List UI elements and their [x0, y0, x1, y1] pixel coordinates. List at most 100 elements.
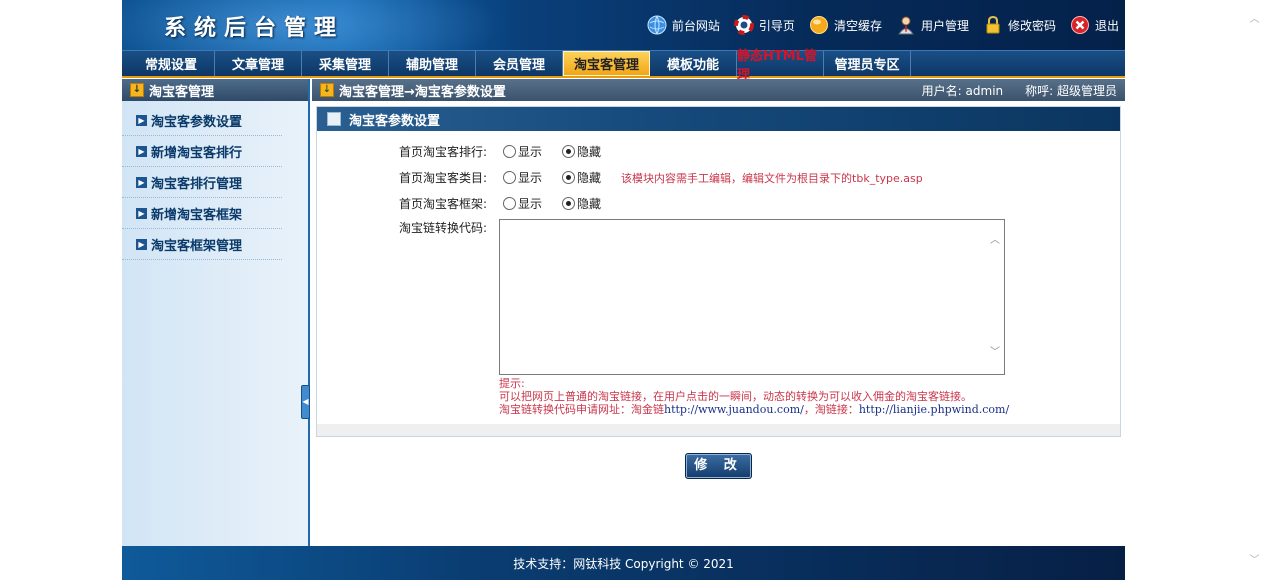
guide-page-label: 引导页: [758, 18, 795, 33]
nav-collect-manage[interactable]: 采集管理: [302, 51, 389, 76]
nav-assist-manage[interactable]: 辅助管理: [389, 51, 476, 76]
nav-template-functions[interactable]: 模板功能: [650, 51, 737, 76]
lifebuoy-icon: [733, 15, 754, 35]
page-icon: [327, 112, 341, 126]
juandou-url: http://www.juandou.com/: [664, 403, 804, 416]
sidebar-item-frame-manage[interactable]: ▶ 淘宝客框架管理: [122, 229, 282, 260]
panel-title: 淘宝客参数设置: [349, 113, 441, 129]
scroll-up-icon[interactable]: ︿: [1249, 14, 1260, 25]
front-site-link[interactable]: 前台网站: [647, 15, 720, 35]
down-arrow-icon: ↓: [130, 83, 144, 97]
lock-icon: [983, 15, 1003, 35]
sidebar-item-label: 淘宝客参数设置: [151, 114, 243, 130]
sidebar-title-label: 淘宝客管理: [149, 84, 215, 100]
hint-title: 提示:: [499, 377, 525, 390]
main-content: ↓ 淘宝客管理→淘宝客参数设置 用户名: admin 称呼: 超级管理员 淘宝客…: [312, 79, 1125, 546]
arrow-right-icon: ▶: [136, 176, 147, 188]
sidebar-item-add-ranking[interactable]: ▶ 新增淘宝客排行: [122, 136, 282, 167]
phpwind-url: http://lianjie.phpwind.com/: [858, 403, 1010, 416]
breadcrumb-bar: ↓ 淘宝客管理→淘宝客参数设置 用户名: admin 称呼: 超级管理员: [312, 79, 1125, 101]
radio-label: 显示: [518, 145, 543, 159]
arrow-right-icon: ▶: [136, 207, 147, 219]
change-password-link[interactable]: 修改密码: [983, 15, 1056, 35]
orange-circle-icon: [809, 15, 829, 35]
hint-description: 可以把网页上普通的淘宝链接，在用户点击的一瞬间，动态的转换为可以收入佣金的淘宝客…: [499, 390, 972, 403]
sidebar: ↓ 淘宝客管理 ▶ 淘宝客参数设置 ▶ 新增淘宝客排行 ▶ 淘宝客排行管理 ▶ 新增淘宝…: [122, 79, 310, 546]
home-ranking-hide-radio[interactable]: 隐藏: [562, 143, 601, 160]
code-field-label: 淘宝链转换代码:: [398, 221, 487, 235]
panel-header: 淘宝客参数设置: [317, 107, 1120, 131]
conversion-code-textarea[interactable]: [499, 219, 1005, 375]
footer: 技术支持：网钛科技 Copyright © 2021: [122, 546, 1125, 580]
clear-cache-label: 清空缓存: [833, 18, 882, 33]
hint-url-mid: ，淘链接：: [803, 403, 859, 416]
admin-frame: 系统后台管理 前台网站 引导页 清空缓存 用户管理 修改密码 退出 常规设置 文…: [122, 0, 1125, 580]
down-arrow-icon: ↓: [320, 83, 334, 97]
nav-admin-zone[interactable]: 管理员专区: [824, 51, 911, 76]
field-label: 首页淘宝客排行:: [398, 145, 487, 159]
sidebar-item-add-frame[interactable]: ▶ 新增淘宝客框架: [122, 198, 282, 229]
top-links: 前台网站 引导页 清空缓存 用户管理 修改密码 退出: [633, 12, 1119, 38]
globe-icon: [647, 15, 667, 35]
logout-link[interactable]: 退出: [1070, 15, 1119, 35]
textarea-scroll-up-icon[interactable]: ︿: [989, 235, 1001, 247]
home-frame-show-radio[interactable]: 显示: [503, 195, 542, 212]
sidebar-item-label: 淘宝客排行管理: [151, 176, 243, 192]
field-label: 首页淘宝客框架:: [398, 197, 487, 211]
radio-circle-checked: [562, 145, 576, 158]
sidebar-list: ▶ 淘宝客参数设置 ▶ 新增淘宝客排行 ▶ 淘宝客排行管理 ▶ 新增淘宝客框架 ▶ 淘宝客…: [122, 101, 308, 260]
page-scrollbar[interactable]: ︿ ﹀: [1246, 0, 1263, 580]
sidebar-title: ↓ 淘宝客管理: [122, 79, 308, 101]
logout-label: 退出: [1094, 18, 1119, 33]
radio-circle: [503, 145, 516, 158]
nav-article-manage[interactable]: 文章管理: [215, 51, 302, 76]
radio-circle-checked: [562, 171, 576, 184]
sidebar-item-ranking-manage[interactable]: ▶ 淘宝客排行管理: [122, 167, 282, 198]
change-password-label: 修改密码: [1007, 18, 1056, 33]
radio-label: 隐藏: [577, 197, 602, 211]
guide-page-link[interactable]: 引导页: [733, 15, 795, 35]
nav-general-settings[interactable]: 常规设置: [128, 51, 215, 76]
radio-label: 显示: [518, 197, 543, 211]
front-site-label: 前台网站: [671, 18, 720, 33]
hints-block: 提示: 可以把网页上普通的淘宝链接，在用户点击的一瞬间，动态的转换为可以收入佣金…: [499, 377, 1009, 416]
header: 系统后台管理 前台网站 引导页 清空缓存 用户管理 修改密码 退出: [122, 0, 1125, 50]
home-frame-hide-radio[interactable]: 隐藏: [562, 195, 601, 212]
clear-cache-link[interactable]: 清空缓存: [809, 15, 882, 35]
row-code-label: 淘宝链转换代码:: [317, 219, 487, 236]
arrow-right-icon: ▶: [136, 114, 147, 126]
textarea-scroll-down-icon[interactable]: ﹀: [989, 347, 1001, 359]
hint-urls: 淘宝链转换代码申请网址：淘金链http://www.juandou.com/，淘…: [499, 403, 1009, 416]
sidebar-item-label: 新增淘宝客排行: [151, 145, 243, 161]
modify-button[interactable]: 修 改: [685, 453, 752, 479]
radio-circle-checked: [562, 197, 576, 210]
username-display: 用户名: admin: [921, 83, 1004, 98]
radio-label: 隐藏: [577, 171, 602, 185]
hint-url-prefix: 淘宝链转换代码申请网址：淘金链: [499, 403, 664, 416]
user-manage-link[interactable]: 用户管理: [896, 15, 969, 35]
radio-circle: [503, 197, 516, 210]
nav-member-manage[interactable]: 会员管理: [476, 51, 563, 76]
exit-icon: [1070, 15, 1090, 35]
home-category-show-radio[interactable]: 显示: [503, 169, 542, 186]
home-ranking-show-radio[interactable]: 显示: [503, 143, 542, 160]
field-label: 首页淘宝客类目:: [398, 171, 487, 185]
site-title: 系统后台管理: [164, 15, 345, 41]
radio-label: 显示: [518, 171, 543, 185]
main-nav: 常规设置 文章管理 采集管理 辅助管理 会员管理 淘宝客管理 模板功能 静态HT…: [122, 49, 1125, 83]
row-home-ranking: 首页淘宝客排行: 显示 隐藏: [317, 143, 601, 160]
role-display: 称呼: 超级管理员: [1025, 83, 1117, 98]
sidebar-item-label: 淘宝客框架管理: [151, 238, 243, 254]
category-edit-note: 该模块内容需手工编辑，编辑文件为根目录下的tbk_type.asp: [621, 171, 923, 185]
user-manage-label: 用户管理: [920, 18, 969, 33]
nav-taobaoke-manage[interactable]: 淘宝客管理: [563, 51, 650, 76]
sidebar-item-label: 新增淘宝客框架: [151, 207, 243, 223]
nav-static-html-manage[interactable]: 静态HTML管理: [737, 49, 824, 83]
scroll-down-icon[interactable]: ﹀: [1249, 555, 1260, 566]
sidebar-collapse-handle[interactable]: ◀: [301, 385, 310, 419]
sidebar-item-param-settings[interactable]: ▶ 淘宝客参数设置: [122, 105, 282, 136]
settings-panel: 淘宝客参数设置 首页淘宝客排行: 显示 隐藏 首页淘宝客类目: 显示 隐藏 该模…: [316, 106, 1121, 437]
home-category-hide-radio[interactable]: 隐藏: [562, 169, 601, 186]
arrow-right-icon: ▶: [136, 238, 147, 250]
breadcrumb: 淘宝客管理→淘宝客参数设置: [339, 84, 506, 100]
